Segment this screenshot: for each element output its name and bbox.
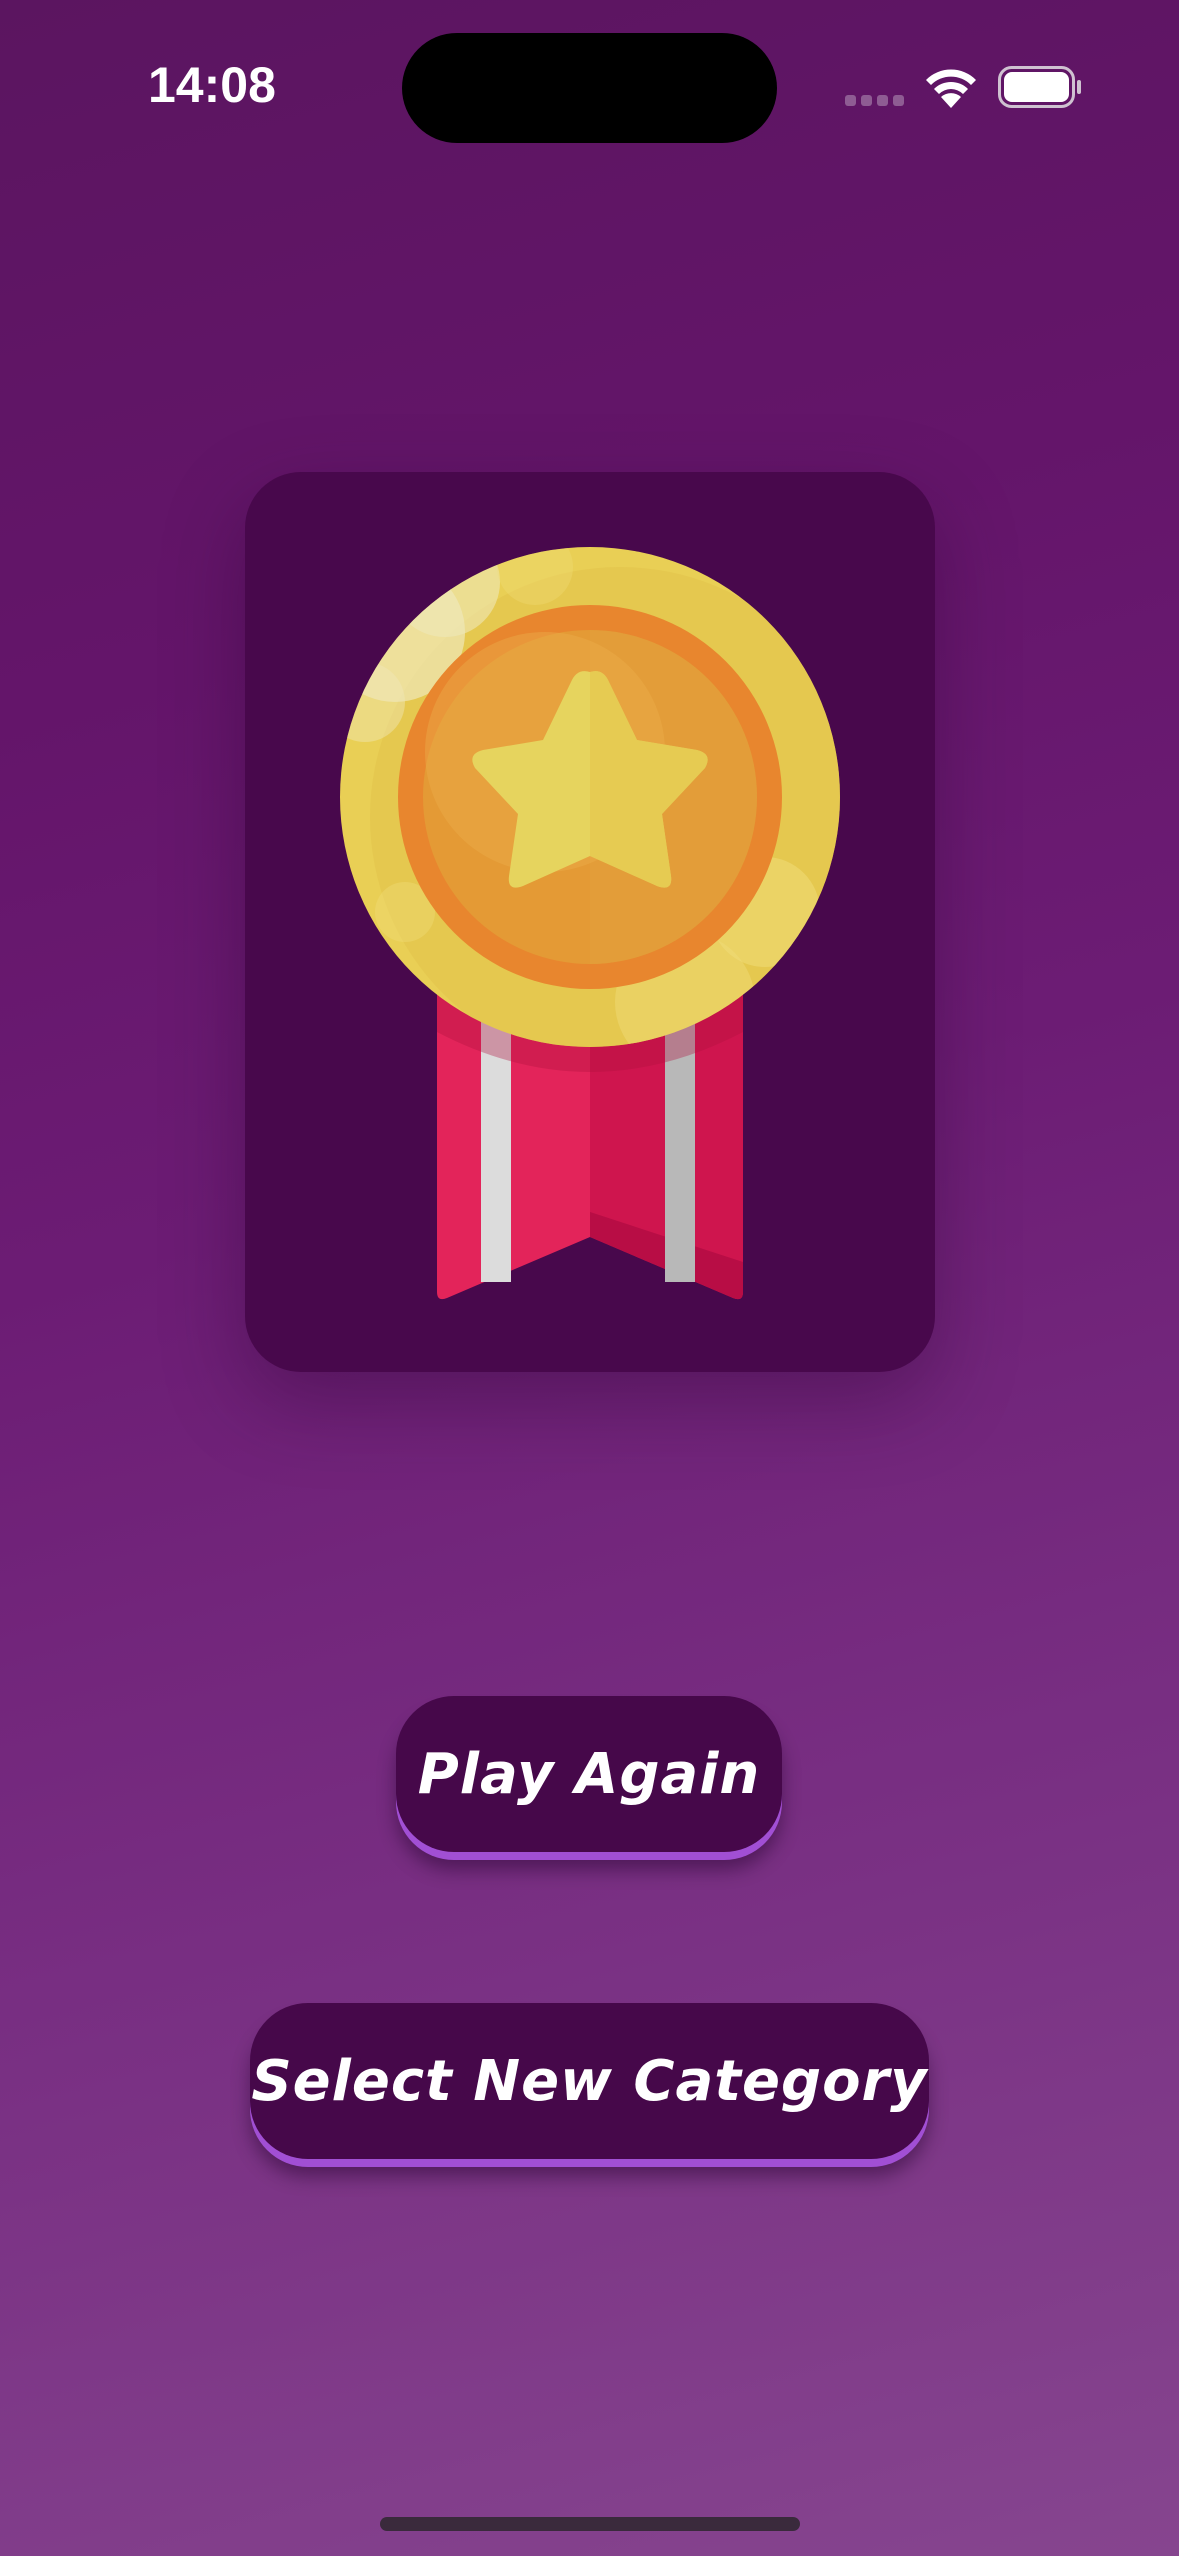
wifi-icon <box>926 69 976 108</box>
result-card <box>245 472 935 1372</box>
cellular-signal-icon <box>845 95 904 106</box>
dynamic-island <box>402 33 777 143</box>
medal-icon <box>340 547 840 1300</box>
status-time: 14:08 <box>148 57 276 113</box>
play-again-button[interactable]: Play Again <box>396 1696 782 1852</box>
home-indicator[interactable] <box>380 2517 800 2531</box>
select-new-category-button[interactable]: Select New Category <box>250 2003 929 2159</box>
status-bar: 14:08 <box>0 0 1179 150</box>
battery-icon <box>998 66 1081 108</box>
